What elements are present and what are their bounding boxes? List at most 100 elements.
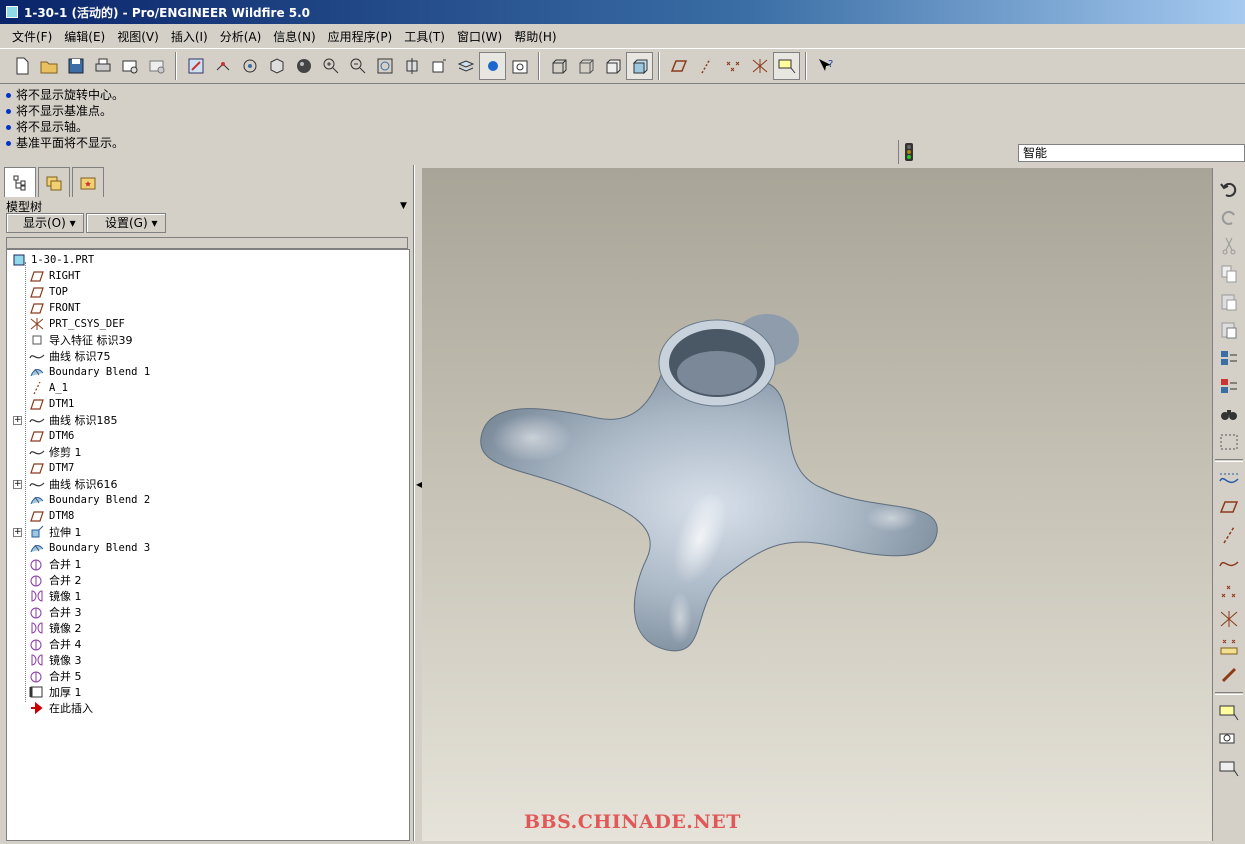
- traffic-light-icon[interactable]: [898, 140, 918, 164]
- annotation-display-icon[interactable]: [773, 52, 800, 80]
- tree-item[interactable]: 合并 2: [7, 572, 409, 588]
- tree-item[interactable]: DTM8: [7, 508, 409, 524]
- menu-analysis[interactable]: 分析(A): [214, 28, 268, 45]
- zoom-out-icon[interactable]: [344, 52, 371, 80]
- expand-icon[interactable]: +: [13, 479, 22, 489]
- tree-item[interactable]: 镜像 3: [7, 652, 409, 668]
- tree-item[interactable]: 镜像 1: [7, 588, 409, 604]
- datum-plane-display-icon[interactable]: [665, 52, 692, 80]
- tree-item[interactable]: 合并 4: [7, 636, 409, 652]
- refit-icon[interactable]: [371, 52, 398, 80]
- selection-filter-select[interactable]: 智能: [1018, 144, 1245, 162]
- appearance-sphere-icon[interactable]: [290, 52, 317, 80]
- datum-plane-tool-icon[interactable]: [1213, 493, 1244, 521]
- menu-help[interactable]: 帮助(H): [508, 28, 562, 45]
- regenerate-icon[interactable]: [182, 52, 209, 80]
- display-style-icon[interactable]: [479, 52, 506, 80]
- graphics-window[interactable]: [422, 168, 1212, 841]
- annotation-element-icon[interactable]: [1213, 754, 1244, 782]
- menu-view[interactable]: 视图(V): [111, 28, 165, 45]
- view-capture-icon[interactable]: [506, 52, 533, 80]
- no-hidden-icon[interactable]: [599, 52, 626, 80]
- csys-tool-icon[interactable]: [1213, 605, 1244, 633]
- annotation-feature-icon[interactable]: [1213, 726, 1244, 754]
- tree-item[interactable]: Boundary Blend 3: [7, 540, 409, 556]
- panel-splitter[interactable]: ◀: [414, 165, 422, 841]
- show-button[interactable]: 显示(O) ▾: [6, 213, 84, 233]
- menu-tools[interactable]: 工具(T): [398, 28, 451, 45]
- tree-item[interactable]: 曲线 标识75: [7, 348, 409, 364]
- select-box-icon[interactable]: [1213, 428, 1244, 456]
- note-tool-icon[interactable]: [1213, 698, 1244, 726]
- cut-icon[interactable]: [1213, 232, 1244, 260]
- tree-item[interactable]: DTM6: [7, 428, 409, 444]
- menu-insert[interactable]: 插入(I): [165, 28, 214, 45]
- find-binoculars-icon[interactable]: [1213, 400, 1244, 428]
- menu-info[interactable]: 信息(N): [267, 28, 321, 45]
- tree-item[interactable]: 合并 3: [7, 604, 409, 620]
- send-mail-icon[interactable]: [116, 52, 143, 80]
- menu-applications[interactable]: 应用程序(P): [322, 28, 399, 45]
- menu-edit[interactable]: 编辑(E): [58, 28, 111, 45]
- regenerate-manager-icon[interactable]: [1213, 344, 1244, 372]
- tree-item[interactable]: + 曲线 标识185: [7, 412, 409, 428]
- hidden-line-icon[interactable]: [572, 52, 599, 80]
- tree-item[interactable]: 镜像 2: [7, 620, 409, 636]
- tree-item[interactable]: FRONT: [7, 300, 409, 316]
- open-folder-icon[interactable]: [35, 52, 62, 80]
- wireframe-icon[interactable]: [545, 52, 572, 80]
- datum-axis-tool-icon[interactable]: [1213, 521, 1244, 549]
- tree-root[interactable]: 1-30-1.PRT: [7, 252, 409, 268]
- print-icon[interactable]: [89, 52, 116, 80]
- axis-display-icon[interactable]: [692, 52, 719, 80]
- tree-item[interactable]: DTM1: [7, 396, 409, 412]
- folder-browser-tab-icon[interactable]: [38, 167, 70, 197]
- new-file-icon[interactable]: [8, 52, 35, 80]
- saved-views-icon[interactable]: [425, 52, 452, 80]
- copy-icon[interactable]: [1213, 260, 1244, 288]
- model-tree-tab-icon[interactable]: [4, 167, 36, 197]
- save-icon[interactable]: [62, 52, 89, 80]
- favorites-tab-icon[interactable]: [72, 167, 104, 197]
- menu-window[interactable]: 窗口(W): [451, 28, 508, 45]
- point-display-icon[interactable]: [719, 52, 746, 80]
- layers-icon[interactable]: [452, 52, 479, 80]
- style-curve-icon[interactable]: [1213, 465, 1244, 493]
- datum-curve-tool-icon[interactable]: [1213, 549, 1244, 577]
- tree-item[interactable]: A_1: [7, 380, 409, 396]
- csys-display-icon[interactable]: [746, 52, 773, 80]
- tree-item[interactable]: 合并 1: [7, 556, 409, 572]
- tree-item[interactable]: 加厚 1: [7, 684, 409, 700]
- redo-icon[interactable]: [1213, 204, 1244, 232]
- tree-item[interactable]: DTM7: [7, 460, 409, 476]
- tree-item[interactable]: 在此插入: [7, 700, 409, 716]
- datum-point-tool-icon[interactable]: [1213, 577, 1244, 605]
- tree-item[interactable]: + 拉伸 1: [7, 524, 409, 540]
- paste-icon[interactable]: [1213, 288, 1244, 316]
- expand-icon[interactable]: +: [13, 527, 22, 537]
- tree-item[interactable]: 修剪 1: [7, 444, 409, 460]
- view-manager-icon[interactable]: [263, 52, 290, 80]
- paste-special-icon[interactable]: [1213, 316, 1244, 344]
- menu-file[interactable]: 文件(F): [6, 28, 58, 45]
- send-link-icon[interactable]: [143, 52, 170, 80]
- settings-button[interactable]: 设置(G) ▾: [86, 213, 166, 233]
- tree-item[interactable]: TOP: [7, 284, 409, 300]
- spin-center-icon[interactable]: [209, 52, 236, 80]
- tree-item[interactable]: + 曲线 标识616: [7, 476, 409, 492]
- zoom-in-icon[interactable]: [317, 52, 344, 80]
- expand-icon[interactable]: +: [13, 415, 22, 425]
- undo-icon[interactable]: [1213, 176, 1244, 204]
- tree-item[interactable]: PRT_CSYS_DEF: [7, 316, 409, 332]
- analysis-tool-icon[interactable]: [1213, 633, 1244, 661]
- reorient-icon[interactable]: [398, 52, 425, 80]
- orient-mode-icon[interactable]: [236, 52, 263, 80]
- tree-item[interactable]: 合并 5: [7, 668, 409, 684]
- tree-item[interactable]: RIGHT: [7, 268, 409, 284]
- shading-icon[interactable]: [626, 52, 653, 80]
- context-help-icon[interactable]: ?: [812, 52, 839, 80]
- tree-item[interactable]: 导入特征 标识39: [7, 332, 409, 348]
- tree-item[interactable]: Boundary Blend 1: [7, 364, 409, 380]
- tree-item[interactable]: Boundary Blend 2: [7, 492, 409, 508]
- regenerate-red-icon[interactable]: [1213, 372, 1244, 400]
